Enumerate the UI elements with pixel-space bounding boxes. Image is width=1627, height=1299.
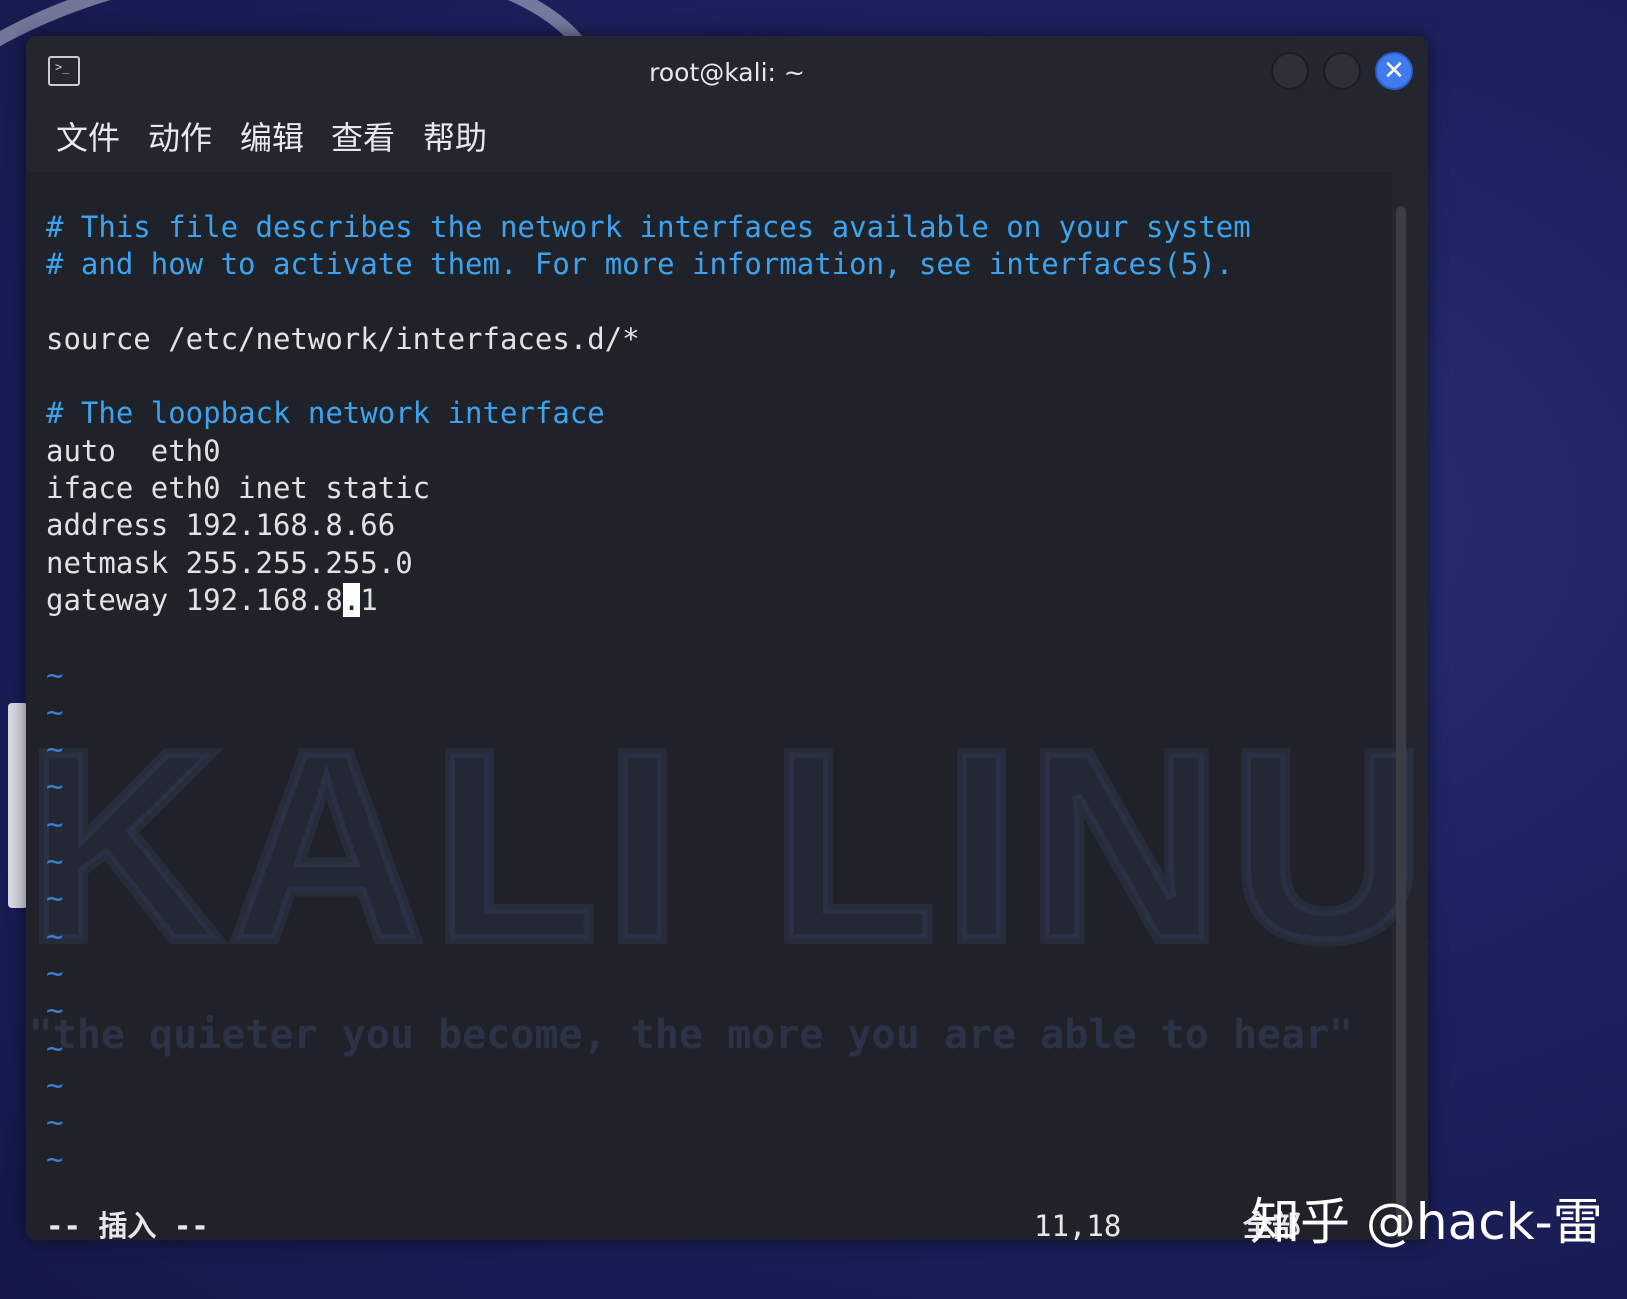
menu-edit[interactable]: 编辑 <box>240 118 304 158</box>
editor-line: # This file describes the network interf… <box>46 210 1251 244</box>
vim-mode-indicator: -- 插入 -- <box>46 1209 209 1240</box>
desktop-edge-panel <box>8 703 28 908</box>
editor-line: address 192.168.8.66 <box>46 508 396 543</box>
close-icon: ✕ <box>1383 56 1405 86</box>
close-button[interactable]: ✕ <box>1375 52 1413 90</box>
menu-help[interactable]: 帮助 <box>423 118 487 158</box>
menu-bar: 文件 动作 编辑 查看 帮助 <box>26 112 1428 162</box>
empty-line-marker: ~ <box>46 732 64 767</box>
maximize-button[interactable] <box>1323 52 1361 90</box>
source-credit-watermark: 知乎 @hack-雷 <box>1250 1193 1603 1251</box>
empty-line-marker: ~ <box>46 1067 64 1102</box>
window-title: root@kali: ~ <box>649 58 805 87</box>
editor-line: auto eth0 <box>46 433 221 468</box>
editor-line: gateway 192.168.8.1 <box>46 582 378 617</box>
terminal-window: >_ root@kali: ~ ✕ 文件 动作 编辑 查看 帮助 KALI LI… <box>26 36 1428 1240</box>
scrollbar[interactable] <box>1396 206 1406 1236</box>
vim-editor[interactable]: KALI LINUX "the quieter you become, the … <box>26 172 1428 1240</box>
editor-line: # and how to activate them. For more inf… <box>46 247 1234 282</box>
editor-line: source /etc/network/interfaces.d/* <box>46 321 640 356</box>
editor-buffer[interactable]: # This file describes the network interf… <box>46 209 1251 1179</box>
menu-action[interactable]: 动作 <box>148 118 212 158</box>
vim-status-line: -- 插入 -- 11,18 全部 <box>46 1204 1336 1240</box>
menu-file[interactable]: 文件 <box>56 118 120 158</box>
empty-line-marker: ~ <box>46 1142 64 1177</box>
menu-view[interactable]: 查看 <box>331 118 395 158</box>
editor-line: iface eth0 inet static <box>46 471 431 506</box>
empty-line-marker: ~ <box>46 844 64 879</box>
empty-line-marker: ~ <box>46 694 64 729</box>
empty-line-marker: ~ <box>46 918 64 953</box>
text-cursor: . <box>342 582 361 617</box>
editor-line: netmask 255.255.255.0 <box>46 545 413 580</box>
empty-line-marker: ~ <box>46 881 64 916</box>
minimize-button[interactable] <box>1271 52 1309 90</box>
cursor-position: 11,18 <box>1034 1209 1122 1240</box>
empty-line-marker: ~ <box>46 806 64 841</box>
title-bar[interactable]: >_ root@kali: ~ ✕ <box>26 36 1428 108</box>
empty-line-marker: ~ <box>46 993 64 1028</box>
empty-line-marker: ~ <box>46 769 64 804</box>
editor-line: # The loopback network interface <box>46 396 605 431</box>
empty-line-marker: ~ <box>46 1030 64 1065</box>
empty-line-marker: ~ <box>46 1105 64 1140</box>
empty-line-marker: ~ <box>46 955 64 990</box>
empty-line-marker: ~ <box>46 657 64 692</box>
